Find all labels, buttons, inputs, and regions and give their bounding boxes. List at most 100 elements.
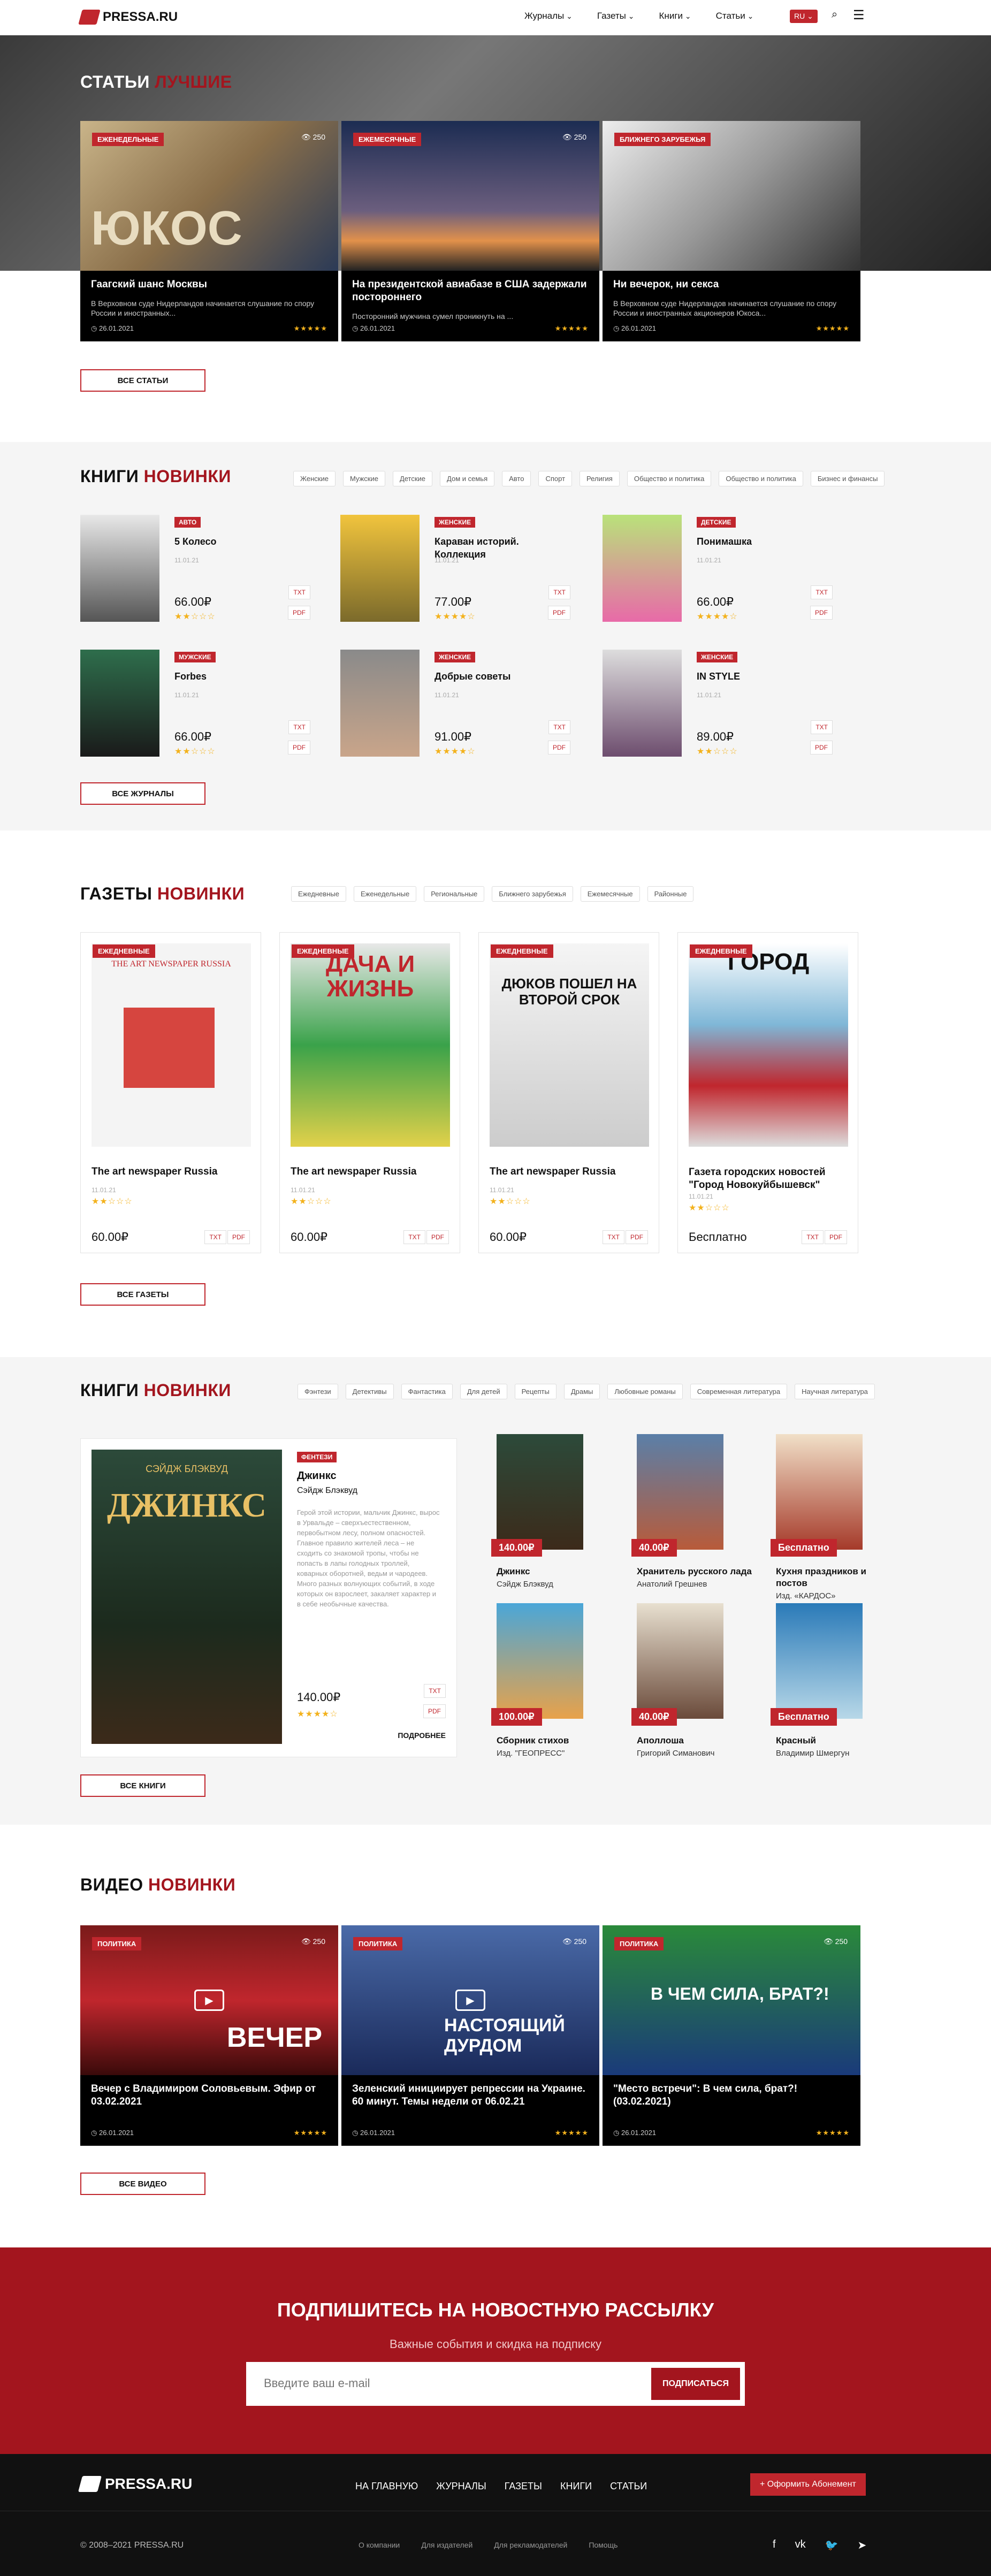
format-txt-button[interactable]: TXT (548, 585, 570, 599)
tag[interactable]: Региональные (424, 886, 485, 902)
magazine-cover[interactable] (340, 515, 420, 622)
format-pdf-button[interactable]: PDF (626, 1230, 648, 1244)
tag[interactable]: Религия (580, 471, 620, 486)
format-pdf-button[interactable]: PDF (825, 1230, 847, 1244)
video-thumbnail[interactable]: В ЧЕМ СИЛА, БРАТ?! ПОЛИТИКА 👁 250 (603, 1925, 860, 2075)
magazine-card[interactable]: ЖЕНСКИЕ Добрые советы 11.01.21 91.00₽ ★★… (340, 650, 592, 757)
subscription-button[interactable]: + Оформить Абонемент (750, 2473, 866, 2496)
article-card[interactable]: БЛИЖНЕГО ЗАРУБЕЖЬЯ Ни вечерок, ни секса … (603, 121, 860, 341)
newspaper-title[interactable]: The art newspaper Russia (291, 1166, 416, 1178)
format-pdf-button[interactable]: PDF (810, 741, 833, 754)
video-card[interactable]: В ЧЕМ СИЛА, БРАТ?! ПОЛИТИКА 👁 250 "Место… (603, 1925, 860, 2146)
play-icon[interactable]: ▶ (194, 1990, 224, 2011)
category-badge[interactable]: ЖЕНСКИЕ (697, 652, 738, 662)
tag[interactable]: Дом и семья (440, 471, 495, 486)
tag[interactable]: Еженедельные (353, 886, 417, 902)
format-pdf-button[interactable]: PDF (288, 606, 310, 620)
category-badge[interactable]: ЕЖЕДНЕВНЫЕ (690, 944, 752, 958)
nav-journals[interactable]: Журналы (524, 11, 573, 21)
category-badge[interactable]: ЕЖЕМЕСЯЧНЫЕ (353, 133, 422, 146)
footer-link[interactable]: Для издателей (421, 2541, 472, 2549)
format-txt-button[interactable]: TXT (811, 585, 833, 599)
tag[interactable]: Ежемесячные (580, 886, 640, 902)
tag[interactable]: Женские (293, 471, 336, 486)
book-title[interactable]: Хранитель русского лада (637, 1566, 760, 1577)
category-badge[interactable]: ЕЖЕДНЕВНЫЕ (491, 944, 553, 958)
format-txt-button[interactable]: TXT (288, 585, 310, 599)
tag[interactable]: Общество и политика (719, 471, 803, 486)
newspaper-card[interactable]: THE ART NEWSPAPER RUSSIA ЕЖЕДНЕВНЫЕ The … (80, 932, 261, 1253)
format-txt-button[interactable]: TXT (288, 720, 310, 734)
format-txt-button[interactable]: TXT (811, 720, 833, 734)
magazine-cover[interactable] (603, 650, 682, 757)
format-txt-button[interactable]: TXT (548, 720, 570, 734)
category-badge[interactable]: БЛИЖНЕГО ЗАРУБЕЖЬЯ (614, 133, 711, 146)
magazine-cover[interactable] (340, 650, 420, 757)
magazine-title[interactable]: IN STYLE (697, 670, 804, 683)
book-card[interactable]: Бесплатно Кухня праздников и постов Изд. «… (771, 1434, 899, 1601)
tag[interactable]: Для детей (460, 1384, 507, 1399)
magazine-card[interactable]: ДЕТСКИЕ Понимашка 11.01.21 66.00₽ ★★★★☆ … (603, 515, 854, 622)
magazine-title[interactable]: Forbes (174, 670, 281, 683)
footer-nav-articles[interactable]: СТАТЬИ (610, 2481, 647, 2492)
tag[interactable]: Спорт (538, 471, 573, 486)
category-badge[interactable]: ЖЕНСКИЕ (434, 652, 476, 662)
format-txt-button[interactable]: TXT (603, 1230, 624, 1244)
tag[interactable]: Детские (392, 471, 433, 486)
format-pdf-button[interactable]: PDF (423, 1704, 446, 1718)
tag[interactable]: Детективы (345, 1384, 394, 1399)
book-card[interactable]: 40.00₽ Хранитель русского лада Анатолий Гр… (631, 1434, 760, 1589)
tag[interactable]: Ежедневные (291, 886, 346, 902)
format-txt-button[interactable]: TXT (802, 1230, 824, 1244)
book-cover[interactable]: 140.00₽ (491, 1434, 583, 1557)
footer-nav-books[interactable]: КНИГИ (560, 2481, 592, 2492)
tag[interactable]: Фантастика (401, 1384, 453, 1399)
format-txt-button[interactable]: TXT (424, 1684, 446, 1698)
tag[interactable]: Рецепты (514, 1384, 557, 1399)
category-badge[interactable]: ДЕТСКИЕ (697, 517, 736, 528)
footer-link[interactable]: О компании (359, 2541, 400, 2549)
featured-book-card[interactable]: СЭЙДЖ БЛЭКВУД ДЖИНКС ФЕНТЕЗИ Джинкс Сэйд… (80, 1438, 457, 1757)
book-title[interactable]: Аполлоша (637, 1735, 760, 1747)
magazine-title[interactable]: Добрые советы (434, 670, 542, 683)
footer-link[interactable]: Помощь (589, 2541, 618, 2549)
featured-book-cover[interactable]: СЭЙДЖ БЛЭКВУД ДЖИНКС (92, 1450, 282, 1744)
newspaper-title[interactable]: The art newspaper Russia (92, 1166, 217, 1178)
video-title[interactable]: Зеленский инициирует репрессии на Украин… (341, 2075, 599, 2116)
site-logo[interactable]: PRESSA.RU (78, 10, 178, 25)
footer-nav-home[interactable]: НА ГЛАВНУЮ (355, 2481, 418, 2492)
newspaper-title[interactable]: The art newspaper Russia (490, 1166, 615, 1178)
video-thumbnail[interactable]: НАСТОЯЩИЙ ДУРДОМ ПОЛИТИКА 👁 250 ▶ (341, 1925, 599, 2075)
article-card[interactable]: ЮКОС ЕЖЕНЕДЕЛЬНЫЕ 👁 250 Гаагский шанс Мо… (80, 121, 338, 341)
video-card[interactable]: НАСТОЯЩИЙ ДУРДОМ ПОЛИТИКА 👁 250 ▶ Зеленс… (341, 1925, 599, 2146)
tag[interactable]: Ближнего зарубежья (492, 886, 573, 902)
book-cover[interactable]: Бесплатно (771, 1434, 863, 1557)
newspaper-cover[interactable]: ДАЧА И ЖИЗНЬ (291, 943, 450, 1147)
telegram-icon[interactable]: ➤ (857, 2539, 866, 2552)
menu-icon[interactable]: ☰ (853, 7, 865, 23)
format-pdf-button[interactable]: PDF (548, 741, 570, 754)
more-link[interactable]: ПОДРОБНЕЕ (398, 1731, 446, 1740)
facebook-icon[interactable]: f (773, 2539, 776, 2552)
magazine-cover[interactable] (80, 515, 159, 622)
tag[interactable]: Драмы (563, 1384, 600, 1399)
magazine-card[interactable]: ЖЕНСКИЕ Караван историй. Коллекция 11.01… (340, 515, 592, 622)
magazine-card[interactable]: АВТО 5 Колесо 11.01.21 66.00₽ ★★☆☆☆ TXT … (80, 515, 332, 622)
tag[interactable]: Фэнтези (298, 1384, 338, 1399)
newspaper-cover[interactable]: ДЮКОВ ПОШЕЛ НА ВТОРОЙ СРОК (490, 943, 649, 1147)
book-cover[interactable]: Бесплатно (771, 1603, 863, 1726)
format-pdf-button[interactable]: PDF (227, 1230, 250, 1244)
category-badge[interactable]: АВТО (174, 517, 201, 528)
book-title[interactable]: Кухня праздников и постов (776, 1566, 899, 1589)
category-badge[interactable]: ЕЖЕДНЕВНЫЕ (93, 944, 155, 958)
all-articles-button[interactable]: ВСЕ СТАТЬИ (80, 369, 205, 392)
newspaper-cover[interactable]: ГОРОД (689, 943, 848, 1147)
format-txt-button[interactable]: TXT (403, 1230, 425, 1244)
video-title[interactable]: "Место встречи": В чем сила, брат?! (03.… (603, 2075, 860, 2116)
book-card[interactable]: 40.00₽ Аполлоша Григорий Симанович (631, 1603, 760, 1758)
tag[interactable]: Современная литература (690, 1384, 788, 1399)
format-pdf-button[interactable]: PDF (288, 741, 310, 754)
nav-newspapers[interactable]: Газеты (597, 11, 635, 21)
book-card[interactable]: 100.00₽ Сборник стихов Изд. "ГЕОПРЕСС" (491, 1603, 620, 1758)
footer-link[interactable]: Для рекламодателей (494, 2541, 567, 2549)
